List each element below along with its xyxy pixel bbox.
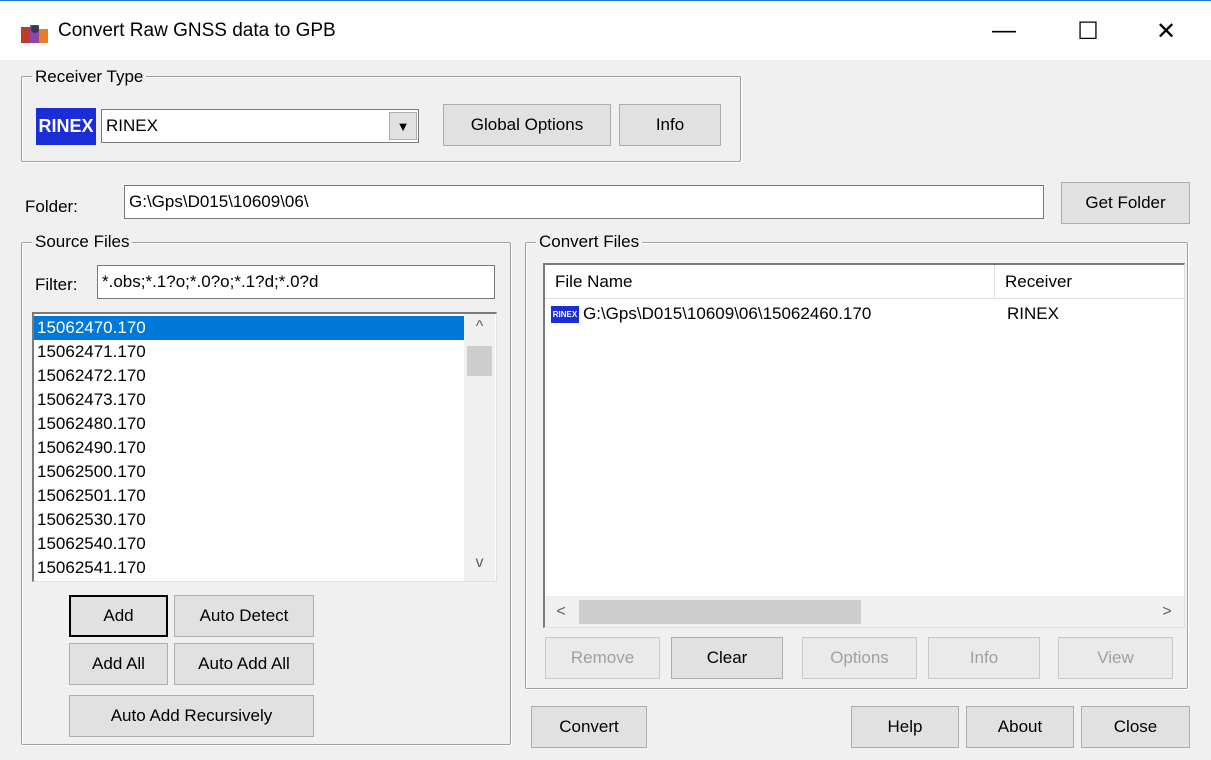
receiver-type-dropdown-button[interactable]: ▼	[389, 112, 417, 140]
convert-files-label: Convert Files	[536, 232, 643, 252]
list-item[interactable]: 15062501.170	[34, 484, 464, 508]
clear-button[interactable]: Clear	[671, 637, 783, 679]
convert-button[interactable]: Convert	[531, 706, 647, 748]
list-item[interactable]: 15062490.170	[34, 436, 464, 460]
auto-detect-button[interactable]: Auto Detect	[174, 595, 314, 637]
help-button[interactable]: Help	[851, 706, 959, 748]
folder-input[interactable]: G:\Gps\D015\10609\06\	[124, 185, 1044, 219]
column-header-receiver[interactable]: Receiver	[995, 265, 1184, 299]
receiver-type-label: Receiver Type	[32, 67, 147, 87]
source-list-scrollbar[interactable]: ^ v	[464, 314, 495, 581]
list-item[interactable]: 15062530.170	[34, 508, 464, 532]
filter-value: *.obs;*.1?o;*.0?o;*.1?d;*.0?d	[102, 272, 319, 291]
list-item[interactable]: 15062540.170	[34, 532, 464, 556]
close-window-button[interactable]: ✕	[1136, 1, 1196, 61]
rinex-file-icon: RINEX	[551, 306, 579, 323]
maximize-icon: ☐	[1077, 17, 1099, 45]
source-file-items: 15062470.170 15062471.170 15062472.170 1506…	[34, 316, 464, 581]
app-icon	[21, 25, 48, 43]
convert-file-table[interactable]: File Name Receiver RINEX G:\Gps\D015\1060…	[543, 263, 1185, 628]
add-button[interactable]: Add	[69, 595, 168, 637]
get-folder-button[interactable]: Get Folder	[1061, 182, 1190, 224]
about-button[interactable]: About	[966, 706, 1074, 748]
convert-info-button[interactable]: Info	[928, 637, 1040, 679]
global-options-button[interactable]: Global Options	[443, 104, 611, 146]
close-button[interactable]: Close	[1081, 706, 1190, 748]
list-item[interactable]: 15062500.170	[34, 460, 464, 484]
list-item[interactable]: 15062541.170	[34, 556, 464, 580]
close-icon: ✕	[1155, 17, 1177, 45]
source-list-scroll-thumb[interactable]	[467, 346, 492, 376]
scroll-left-icon[interactable]: <	[545, 596, 577, 627]
remove-button[interactable]: Remove	[545, 637, 660, 679]
table-row[interactable]: RINEX G:\Gps\D015\10609\06\15062460.170 RI…	[545, 301, 1184, 329]
list-item[interactable]: 15062473.170	[34, 388, 464, 412]
maximize-button[interactable]: ☐	[1058, 1, 1118, 61]
rinex-logo-icon: RINEX	[36, 108, 96, 145]
convert-table-h-scrollbar[interactable]: < >	[545, 596, 1184, 627]
receiver-type-select[interactable]: RINEX	[101, 109, 419, 143]
folder-label: Folder:	[25, 197, 78, 216]
auto-add-all-button[interactable]: Auto Add All	[174, 643, 314, 685]
filter-input[interactable]: *.obs;*.1?o;*.0?o;*.1?d;*.0?d	[97, 265, 495, 299]
convert-file-rows: RINEX G:\Gps\D015\10609\06\15062460.170 RI…	[545, 301, 1184, 329]
list-item[interactable]: 15062542.170	[34, 580, 464, 581]
column-header-file-name[interactable]: File Name	[545, 265, 995, 299]
auto-add-recursively-button[interactable]: Auto Add Recursively	[69, 695, 314, 737]
scroll-up-icon[interactable]: ^	[464, 318, 495, 342]
add-all-button[interactable]: Add All	[69, 643, 168, 685]
source-file-list[interactable]: 15062470.170 15062471.170 15062472.170 1506…	[32, 312, 497, 582]
minimize-button[interactable]: —	[974, 1, 1034, 61]
row-file-name: G:\Gps\D015\10609\06\15062460.170	[583, 304, 872, 323]
folder-value: G:\Gps\D015\10609\06\	[129, 192, 309, 211]
window-title: Convert Raw GNSS data to GPB	[58, 20, 336, 41]
receiver-type-value: RINEX	[106, 116, 158, 135]
convert-table-scroll-thumb[interactable]	[579, 600, 861, 624]
minimize-icon: —	[992, 17, 1016, 44]
filter-label: Filter:	[35, 275, 78, 294]
view-button[interactable]: View	[1058, 637, 1173, 679]
scroll-right-icon[interactable]: >	[1151, 596, 1183, 627]
receiver-info-button[interactable]: Info	[619, 104, 721, 146]
scroll-down-icon[interactable]: v	[464, 554, 495, 578]
options-button[interactable]: Options	[802, 637, 917, 679]
list-item[interactable]: 15062480.170	[34, 412, 464, 436]
title-bar: Convert Raw GNSS data to GPB — ☐ ✕	[0, 0, 1211, 60]
chevron-down-icon: ▼	[396, 118, 410, 134]
list-item[interactable]: 15062472.170	[34, 364, 464, 388]
list-item[interactable]: 15062471.170	[34, 340, 464, 364]
row-receiver: RINEX	[1007, 304, 1059, 323]
list-item[interactable]: 15062470.170	[34, 316, 464, 340]
source-files-label: Source Files	[32, 232, 133, 252]
